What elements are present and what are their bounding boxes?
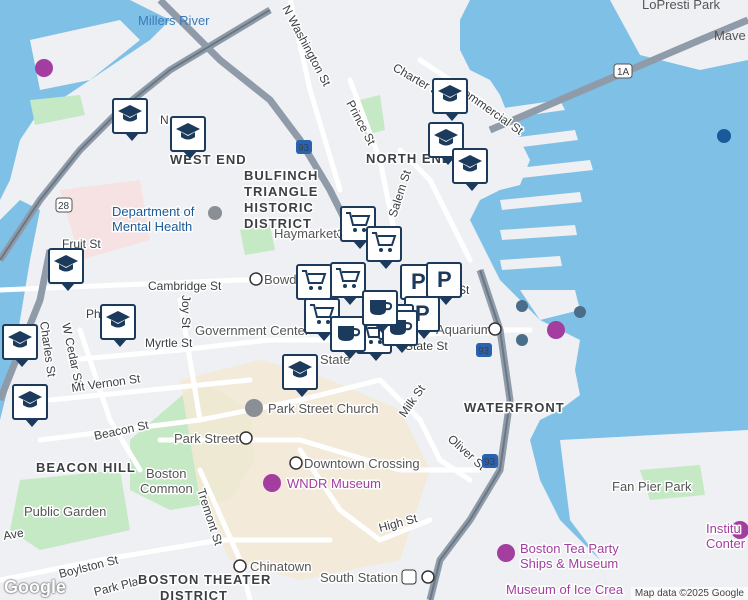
poi-millers-river: Millers River xyxy=(138,13,210,28)
map-marker-school[interactable] xyxy=(452,148,488,191)
poi-boston-common-1: Boston xyxy=(146,466,186,481)
district-bulfinch-1: BULFINCH xyxy=(244,168,318,183)
museum-west-icon[interactable] xyxy=(35,59,53,77)
transit-park-street-icon[interactable] xyxy=(239,431,253,445)
poi-tea-party-1: Boston Tea Party xyxy=(520,541,619,556)
google-logo: Google xyxy=(4,577,66,597)
museum-icon[interactable] xyxy=(263,474,281,492)
ferry-3-icon[interactable] xyxy=(574,306,586,318)
street-label-n-frag: N xyxy=(160,113,169,127)
poi-lopresti: LoPresti Park xyxy=(642,0,721,12)
poi-aquarium: Aquarium xyxy=(436,322,492,337)
poi-tea-party-2: Ships & Museum xyxy=(520,556,618,571)
grocery-icon xyxy=(370,230,398,259)
poi-south-station: South Station xyxy=(320,570,398,585)
poi-haymarket: Haymarket xyxy=(274,226,337,241)
poi-dmh-2: Mental Health xyxy=(112,219,192,234)
poi-gov-center: Government Center xyxy=(195,323,310,338)
map-marker-school[interactable] xyxy=(170,116,206,159)
highway-93-label-3: 93 xyxy=(484,457,496,468)
district-waterfront: WATERFRONT xyxy=(464,400,565,415)
ferry-2-icon[interactable] xyxy=(516,334,528,346)
school-icon xyxy=(52,252,80,281)
poi-fan-pier: Fan Pier Park xyxy=(612,479,692,494)
poi-downtown-crossing: Downtown Crossing xyxy=(304,456,420,471)
map-marker-grocery[interactable] xyxy=(366,226,402,269)
map-marker-grocery[interactable] xyxy=(296,264,332,307)
map-marker-school[interactable] xyxy=(112,98,148,141)
map-marker-school[interactable] xyxy=(100,304,136,347)
poi-public-garden: Public Garden xyxy=(24,504,106,519)
landmark-harbor-icon[interactable] xyxy=(717,129,731,143)
aquarium-icon[interactable] xyxy=(547,321,565,339)
poi-mave: Mave xyxy=(714,28,746,43)
school-icon xyxy=(104,308,132,337)
district-theater-2: DISTRICT xyxy=(160,588,228,600)
district-theater-1: BOSTON THEATER xyxy=(138,572,271,587)
map-marker-school[interactable] xyxy=(12,384,48,427)
poi-wndr: WNDR Museum xyxy=(287,476,381,491)
poi-park-street: Park Street xyxy=(174,431,239,446)
school-icon xyxy=(456,152,484,181)
map-marker-parking[interactable]: P xyxy=(426,262,462,305)
map-marker-school[interactable] xyxy=(2,324,38,367)
landmark-icon[interactable] xyxy=(208,206,222,220)
street-label-joy: Joy St xyxy=(179,295,193,329)
cafe-icon xyxy=(334,320,362,349)
train-icon[interactable] xyxy=(401,569,417,585)
poi-boston-common-2: Common xyxy=(140,481,193,496)
svg-text:P: P xyxy=(437,267,452,290)
transit-chinatown-icon[interactable] xyxy=(233,559,247,573)
district-west-end: WEST END xyxy=(170,152,247,167)
ferry-icon[interactable] xyxy=(516,300,528,312)
parking-icon: P xyxy=(430,266,458,295)
school-icon xyxy=(116,102,144,131)
highway-1a-label: 1A xyxy=(617,67,630,78)
highway-93-label: 93 xyxy=(298,143,310,154)
map-marker-cafe[interactable] xyxy=(362,290,398,333)
poi-institute-1: Institu xyxy=(706,521,741,536)
poi-park-street-church: Park Street Church xyxy=(268,401,379,416)
street-label-myrtle: Myrtle St xyxy=(145,336,193,350)
street-label-ph: Ph xyxy=(86,307,101,321)
district-beacon-hill: BEACON HILL xyxy=(36,460,136,475)
transit-aquarium-icon[interactable] xyxy=(488,322,502,336)
district-bulfinch-3: HISTORIC xyxy=(244,200,314,215)
map-marker-school[interactable] xyxy=(48,248,84,291)
svg-text:P: P xyxy=(411,269,426,292)
cafe-icon xyxy=(366,294,394,323)
transit-south-station-icon[interactable] xyxy=(421,570,435,584)
school-icon xyxy=(16,388,44,417)
school-icon xyxy=(174,120,202,149)
poi-institute-2: Conter xyxy=(706,536,746,551)
poi-chinatown: Chinatown xyxy=(250,559,311,574)
highway-93-label-2: 93 xyxy=(478,346,490,357)
museum-tea-party-icon[interactable] xyxy=(497,544,515,562)
poi-ice-cream: Museum of Ice Crea xyxy=(506,582,624,597)
poi-bowdoin: Bowd xyxy=(264,272,297,287)
school-icon xyxy=(6,328,34,357)
map-marker-school[interactable] xyxy=(282,354,318,397)
map-attribution[interactable]: Map data ©2025 Google xyxy=(630,587,748,600)
poi-dmh-1: Department of xyxy=(112,204,195,219)
transit-downtown-crossing-icon[interactable] xyxy=(289,456,303,470)
highway-28-label: 28 xyxy=(58,201,70,212)
grocery-icon xyxy=(300,268,328,297)
street-label-cambridge: Cambridge St xyxy=(148,279,222,293)
district-bulfinch-2: TRIANGLE xyxy=(244,184,318,199)
map-marker-cafe[interactable] xyxy=(330,316,366,359)
grocery-icon xyxy=(334,266,362,295)
map-marker-grocery[interactable] xyxy=(330,262,366,305)
church-icon[interactable] xyxy=(245,399,263,417)
school-icon xyxy=(286,358,314,387)
transit-bowdoin-icon[interactable] xyxy=(249,272,263,286)
map-marker-school[interactable] xyxy=(432,78,468,121)
school-icon xyxy=(436,82,464,111)
